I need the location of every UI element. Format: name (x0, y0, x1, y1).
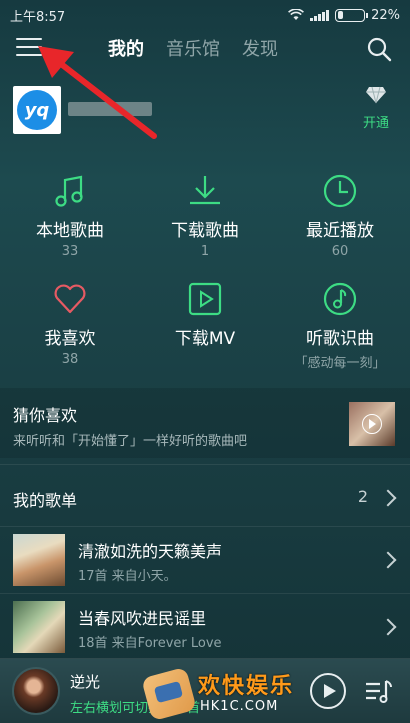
downloaded-mv-button[interactable]: 下载MV (137, 280, 273, 352)
favorites-button[interactable]: 我喜欢 38 (2, 280, 138, 367)
profile-row[interactable]: yq 开通 (0, 78, 410, 148)
download-icon (190, 176, 220, 205)
menu-button[interactable] (16, 38, 42, 60)
playlist-queue-icon[interactable] (364, 677, 394, 705)
search-icon[interactable] (366, 36, 392, 62)
favorites-label: 我喜欢 (44, 329, 96, 349)
battery-icon (335, 8, 369, 22)
playlist-name: 当春风吹进民谣里 (78, 609, 207, 628)
my-playlists-title: 我的歌单 (13, 491, 78, 510)
top-nav: 我的 音乐馆 发现 (0, 30, 410, 70)
local-songs-label: 本地歌曲 (36, 221, 104, 241)
guess-title: 猜你喜欢 (13, 406, 78, 425)
guess-thumbnail[interactable] (349, 402, 395, 446)
swipe-hint: 左右横划可切换上下首 (70, 701, 201, 716)
playlist-item[interactable]: 清澈如洗的天籁美声 17首 来自小天。 (0, 528, 410, 592)
diamond-icon (366, 86, 386, 104)
recognize-icon (323, 282, 357, 316)
play-button[interactable] (310, 673, 346, 709)
battery-percent: 22% (371, 7, 400, 23)
avatar[interactable]: yq (13, 86, 61, 134)
tab-music-hall[interactable]: 音乐馆 (166, 35, 220, 61)
song-recognition-button[interactable]: 听歌识曲 「感动每一刻」 (272, 280, 408, 371)
avatar-logo: yq (17, 90, 57, 130)
downloaded-mv-label: 下载MV (174, 329, 236, 349)
mini-player[interactable]: 逆光 左右横划可切换上下首 (0, 658, 410, 723)
recent-plays-label: 最近播放 (306, 221, 374, 241)
now-playing-title: 逆光 (70, 673, 101, 691)
playlist-item[interactable]: 当春风吹进民谣里 18首 来自Forever Love (0, 595, 410, 659)
downloaded-songs-count: 1 (200, 244, 210, 259)
now-playing-cover[interactable] (12, 667, 60, 715)
downloaded-songs-label: 下载歌曲 (171, 221, 239, 241)
playlist-meta: 17首 来自小天。 (78, 569, 177, 584)
my-playlists-count: 2 (357, 487, 368, 506)
shortcut-grid: 本地歌曲 33 下载歌曲 1 最近播放 60 我喜欢 38 下载MV 听歌识曲 … (0, 160, 410, 380)
music-note-icon (55, 175, 83, 207)
recent-plays-count: 60 (331, 244, 349, 259)
status-bar: 上午8:57 22% (0, 0, 410, 30)
divider (0, 464, 410, 465)
favorites-count: 38 (61, 352, 79, 367)
local-songs-count: 33 (61, 244, 79, 259)
app-screen: 上午8:57 22% 我的 音乐馆 发现 yq 开通 本地歌曲 33 下载歌曲 … (0, 0, 410, 723)
divider (0, 526, 410, 527)
chevron-right-icon (379, 551, 397, 569)
guess-you-like-card[interactable]: 猜你喜欢 来听听和「开始懂了」一样好听的歌曲吧 (0, 388, 410, 458)
vip-open-button[interactable]: 开通 (356, 86, 396, 131)
play-circle-icon (362, 414, 382, 434)
status-time: 上午8:57 (10, 9, 66, 25)
clock-icon (323, 174, 357, 208)
local-songs-button[interactable]: 本地歌曲 33 (2, 172, 138, 259)
chevron-right-icon (379, 489, 397, 507)
playlist-name: 清澈如洗的天籁美声 (78, 542, 223, 561)
my-playlists-header[interactable]: 我的歌单 2 (0, 473, 410, 523)
playlist-cover (13, 601, 65, 653)
playlist-meta: 18首 来自Forever Love (78, 636, 222, 651)
signal-icon (310, 9, 330, 21)
wifi-icon (288, 9, 305, 20)
recent-plays-button[interactable]: 最近播放 60 (272, 172, 408, 259)
heart-icon (54, 284, 86, 314)
username-redacted (68, 102, 152, 116)
video-play-icon (188, 282, 222, 316)
song-recognition-label: 听歌识曲 (306, 329, 374, 349)
tab-mine[interactable]: 我的 (108, 35, 144, 61)
playlist-cover (13, 534, 65, 586)
song-recognition-tagline: 「感动每一刻」 (294, 356, 386, 371)
downloaded-songs-button[interactable]: 下载歌曲 1 (137, 172, 273, 259)
chevron-right-icon (379, 618, 397, 636)
divider (0, 593, 410, 594)
vip-label: 开通 (362, 116, 389, 131)
tab-discover[interactable]: 发现 (242, 35, 278, 61)
guess-subtitle: 来听听和「开始懂了」一样好听的歌曲吧 (13, 434, 248, 449)
tab-bar: 我的 音乐馆 发现 (108, 35, 278, 61)
